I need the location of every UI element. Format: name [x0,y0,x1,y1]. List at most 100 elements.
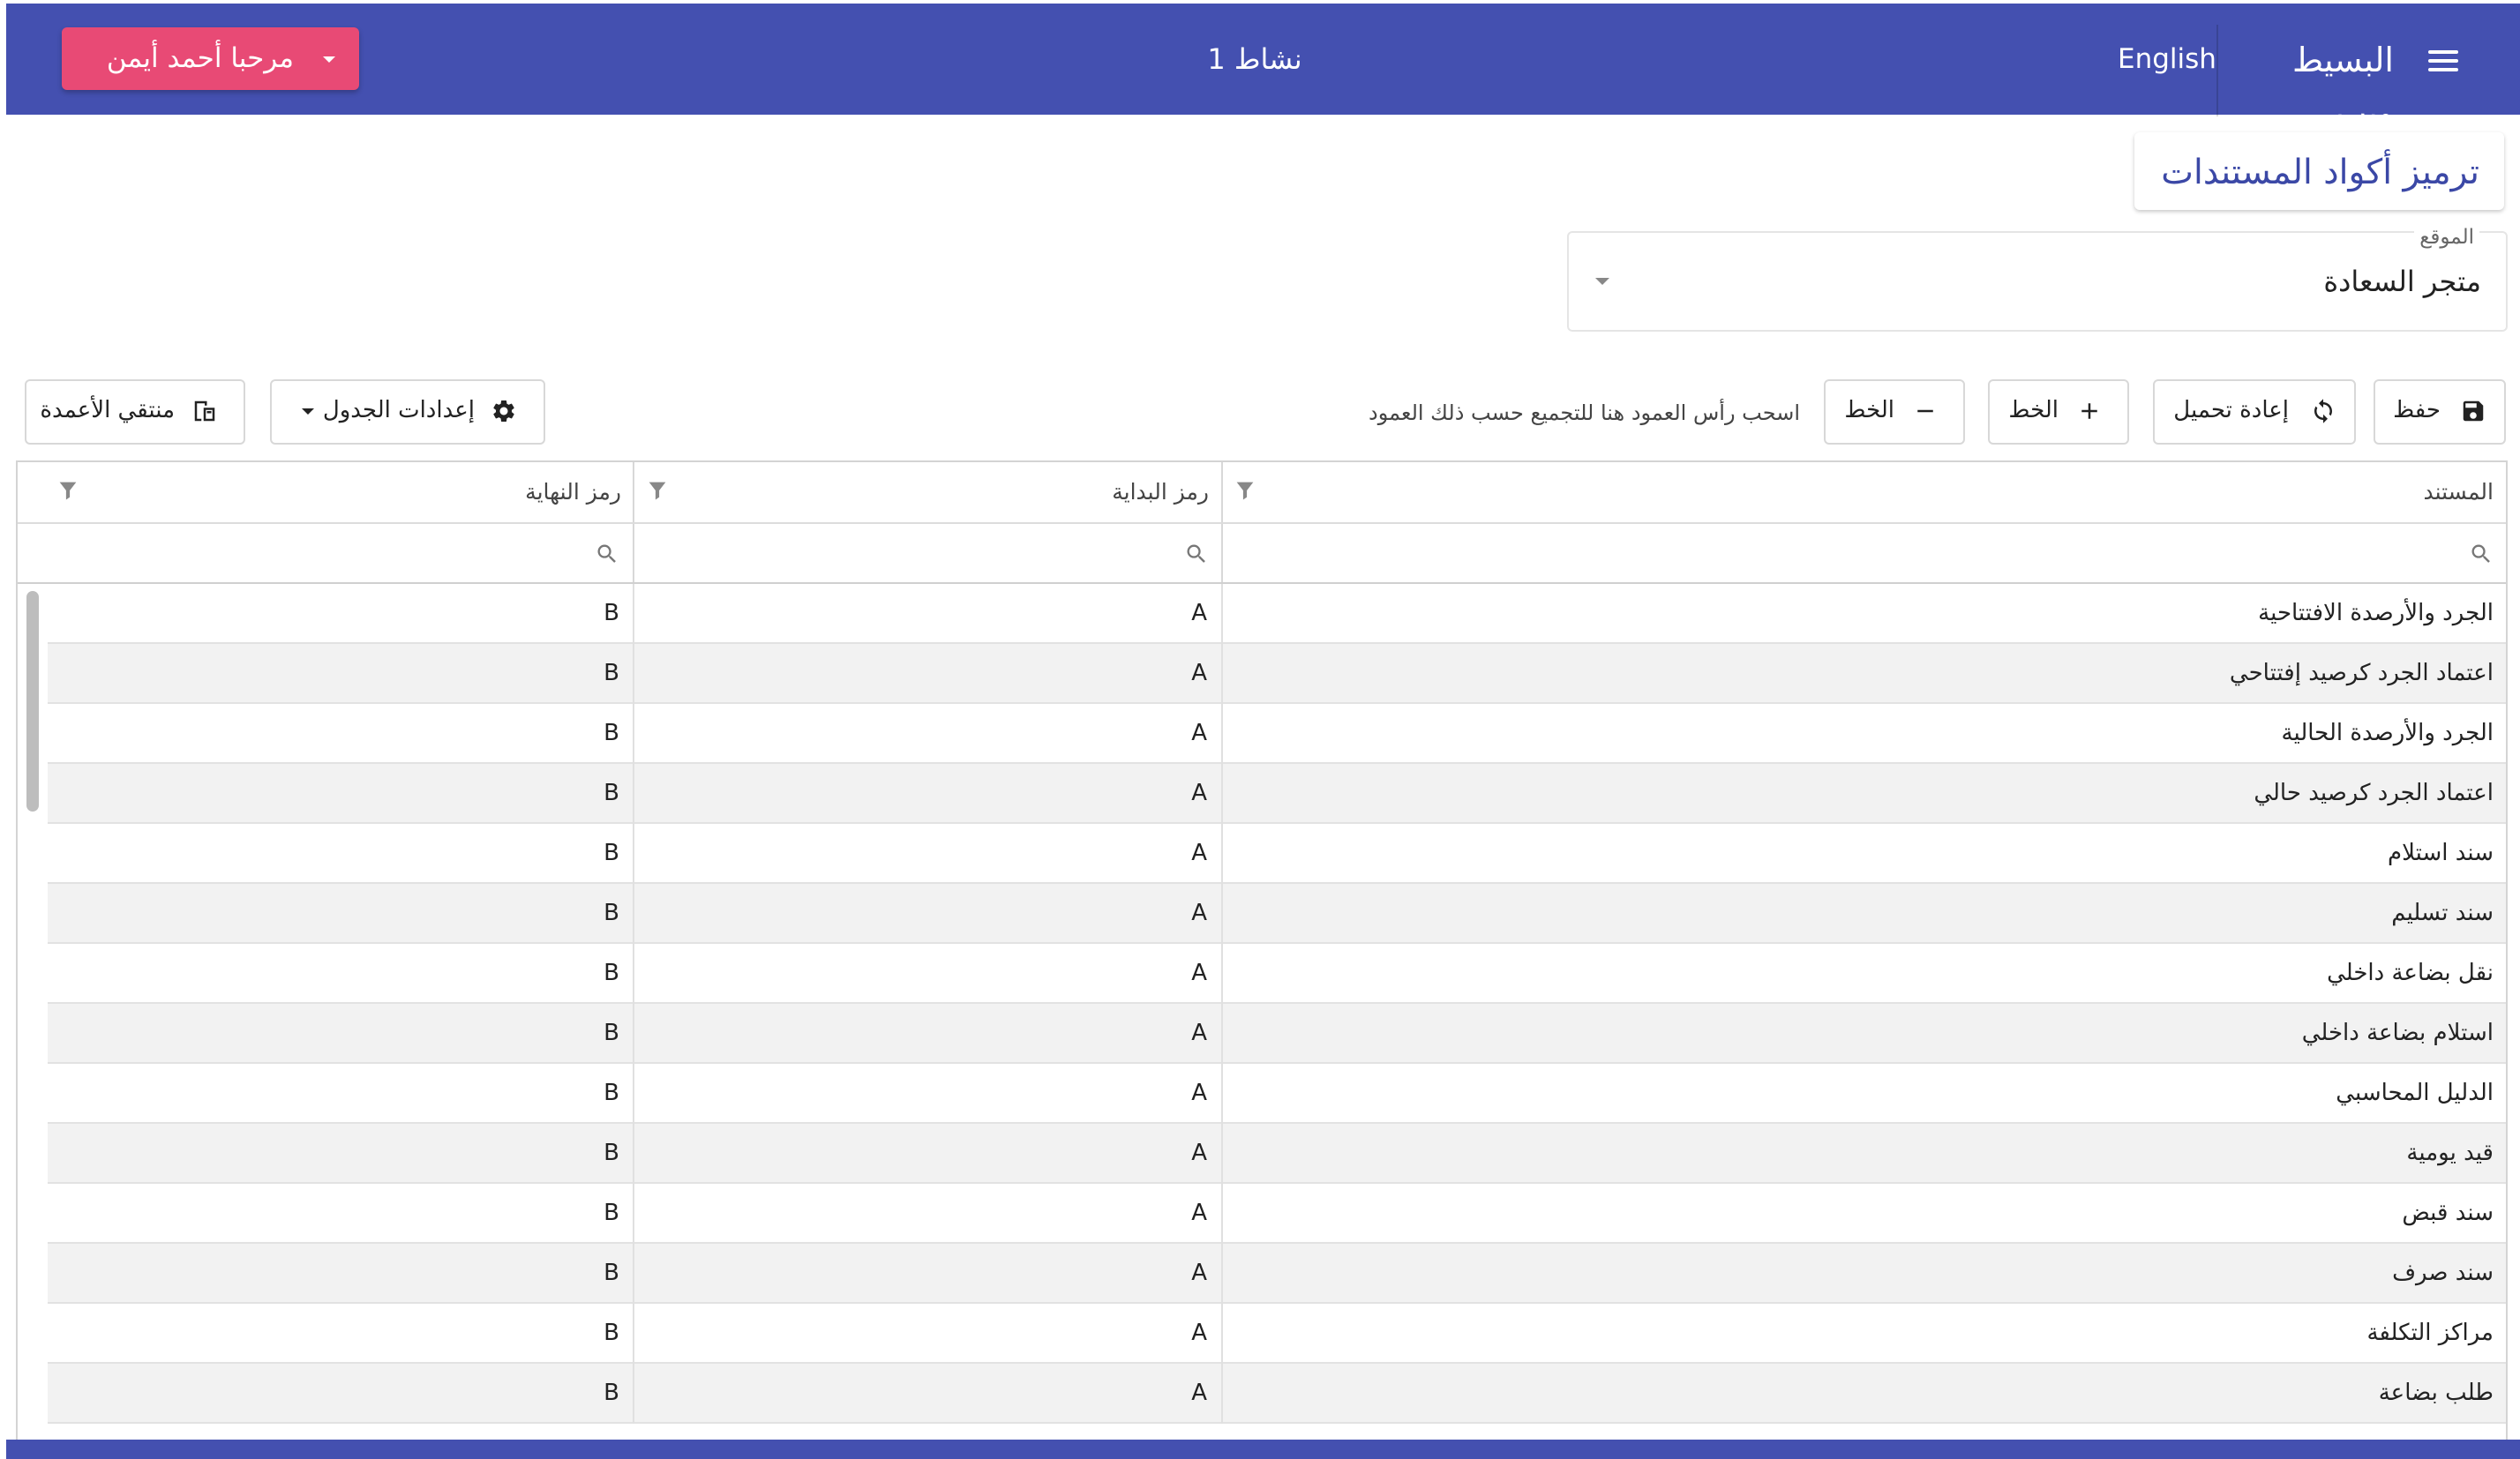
gear-icon [493,400,514,422]
save-button[interactable]: حفظ [2374,379,2506,445]
table-row[interactable]: سند تسليم A B [18,884,2506,944]
cell-end-code[interactable]: B [53,1124,619,1182]
page-title: ترميز أكواد المستندات [2161,153,2479,192]
reload-label: إعادة تحميل [2173,397,2289,423]
cell-document[interactable]: الجرد والأرصدة الافتتاحية [1435,584,2494,642]
cell-start-code[interactable]: A [653,644,1207,702]
table-row[interactable]: طلب بضاعة A B [18,1364,2506,1424]
table-row[interactable]: الجرد والأرصدة الحالية A B [18,704,2506,764]
table-row[interactable]: سند قبض A B [18,1184,2506,1244]
minus-icon [1917,409,1933,413]
menu-icon[interactable] [2424,45,2468,77]
data-grid: المستند رمز البداية رمز النهاية الجرد وا… [16,460,2508,1441]
cell-end-code[interactable]: B [53,884,619,942]
cell-end-code[interactable]: B [53,944,619,1002]
cell-start-code[interactable]: A [653,884,1207,942]
cell-start-code[interactable]: A [653,1364,1207,1422]
cell-end-code[interactable]: B [53,824,619,882]
search-icon [597,544,616,563]
cell-start-code[interactable]: A [653,704,1207,762]
add-line-label: الخط [2008,397,2059,423]
column-header-end-code[interactable]: رمز النهاية [282,462,621,522]
refresh-icon [2314,399,2332,423]
cell-document[interactable]: سند قبض [1435,1184,2494,1242]
brand-title[interactable]: البسيط ويب [2226,34,2394,132]
group-by-hint: اسحب رأس العمود هنا للتجميع حسب ذلك العم… [1369,400,1800,425]
column-header-start-code[interactable]: رمز البداية [900,462,1209,522]
filter-icon[interactable] [644,478,671,503]
cell-document[interactable]: قيد يومية [1435,1124,2494,1182]
cell-document[interactable]: الدليل المحاسبي [1435,1064,2494,1122]
cell-end-code[interactable]: B [53,704,619,762]
user-menu-button[interactable]: مرحبا أحمد أيمن [62,27,359,90]
cell-start-code[interactable]: A [653,1244,1207,1302]
table-row[interactable]: الجرد والأرصدة الافتتاحية A B [18,584,2506,644]
remove-line-button[interactable]: الخط [1824,379,1965,445]
cell-end-code[interactable]: B [53,1304,619,1362]
filter-icon[interactable] [1232,478,1258,503]
cell-end-code[interactable]: B [53,1364,619,1422]
add-line-button[interactable]: الخط [1988,379,2129,445]
location-select[interactable]: الموقع متجر السعادة [1567,224,2508,332]
cell-start-code[interactable]: A [653,1304,1207,1362]
table-row[interactable]: الدليل المحاسبي A B [18,1064,2506,1124]
cell-start-code[interactable]: A [653,1064,1207,1122]
filter-icon[interactable] [55,478,81,503]
cell-end-code[interactable]: B [53,1184,619,1242]
cell-document[interactable]: استلام بضاعة داخلي [1435,1004,2494,1062]
table-row[interactable]: سند استلام A B [18,824,2506,884]
cell-start-code[interactable]: A [653,764,1207,822]
column-chooser-button[interactable]: منتقي الأعمدة [25,379,245,445]
cell-document[interactable]: اعتماد الجرد كرصيد حالي [1435,764,2494,822]
chevron-down-icon [323,56,335,63]
cell-end-code[interactable]: B [53,1064,619,1122]
cell-document[interactable]: مراكز التكلفة [1435,1304,2494,1362]
header-divider [2216,25,2218,116]
cell-start-code[interactable]: A [653,824,1207,882]
cell-document[interactable]: سند صرف [1435,1244,2494,1302]
reload-button[interactable]: إعادة تحميل [2153,379,2356,445]
activity-indicator[interactable]: نشاط 1 [1153,35,1356,83]
location-label: الموقع [2414,224,2479,251]
cell-document[interactable]: طلب بضاعة [1435,1364,2494,1422]
table-row[interactable]: سند صرف A B [18,1244,2506,1304]
cell-start-code[interactable]: A [653,1184,1207,1242]
vertical-scrollbar[interactable] [26,591,39,812]
cell-document[interactable]: اعتماد الجرد كرصيد إفتتاحي [1435,644,2494,702]
column-chooser-label: منتقي الأعمدة [40,397,175,423]
language-toggle[interactable]: English [2118,35,2216,83]
cell-document[interactable]: سند تسليم [1435,884,2494,942]
user-menu-label: مرحبا أحمد أيمن [106,42,294,74]
table-row[interactable]: استلام بضاعة داخلي A B [18,1004,2506,1064]
top-app-bar: البسيط ويب English نشاط 1 مرحبا أحمد أيم… [6,4,2520,132]
cell-document[interactable]: نقل بضاعة داخلي [1435,944,2494,1002]
column-header-document[interactable]: المستند [1964,462,2494,522]
cell-document[interactable]: الجرد والأرصدة الحالية [1435,704,2494,762]
cell-start-code[interactable]: A [653,1124,1207,1182]
search-icon [1187,544,1205,563]
remove-line-label: الخط [1844,397,1894,423]
save-icon [2463,400,2484,422]
table-row[interactable]: نقل بضاعة داخلي A B [18,944,2506,1004]
column-chooser-icon [194,400,215,422]
app-page: البسيط ويب English نشاط 1 مرحبا أحمد أيم… [0,0,2520,1459]
cell-start-code[interactable]: A [653,944,1207,1002]
cell-end-code[interactable]: B [53,584,619,642]
cell-document[interactable]: سند استلام [1435,824,2494,882]
cell-end-code[interactable]: B [53,1244,619,1302]
location-value: متجر السعادة [2323,265,2481,298]
cell-start-code[interactable]: A [653,1004,1207,1062]
page-title-card: ترميز أكواد المستندات [2134,132,2504,210]
cell-end-code[interactable]: B [53,1004,619,1062]
table-settings-label: إعدادات الجدول [322,397,475,423]
table-row[interactable]: مراكز التكلفة A B [18,1304,2506,1364]
table-row[interactable]: قيد يومية A B [18,1124,2506,1184]
table-settings-button[interactable]: إعدادات الجدول [270,379,545,445]
cell-end-code[interactable]: B [53,644,619,702]
cell-start-code[interactable]: A [653,584,1207,642]
table-row[interactable]: اعتماد الجرد كرصيد حالي A B [18,764,2506,824]
table-row[interactable]: اعتماد الجرد كرصيد إفتتاحي A B [18,644,2506,704]
grid-filter-row [18,524,2506,584]
grid-header-row: المستند رمز البداية رمز النهاية [18,462,2506,524]
cell-end-code[interactable]: B [53,764,619,822]
